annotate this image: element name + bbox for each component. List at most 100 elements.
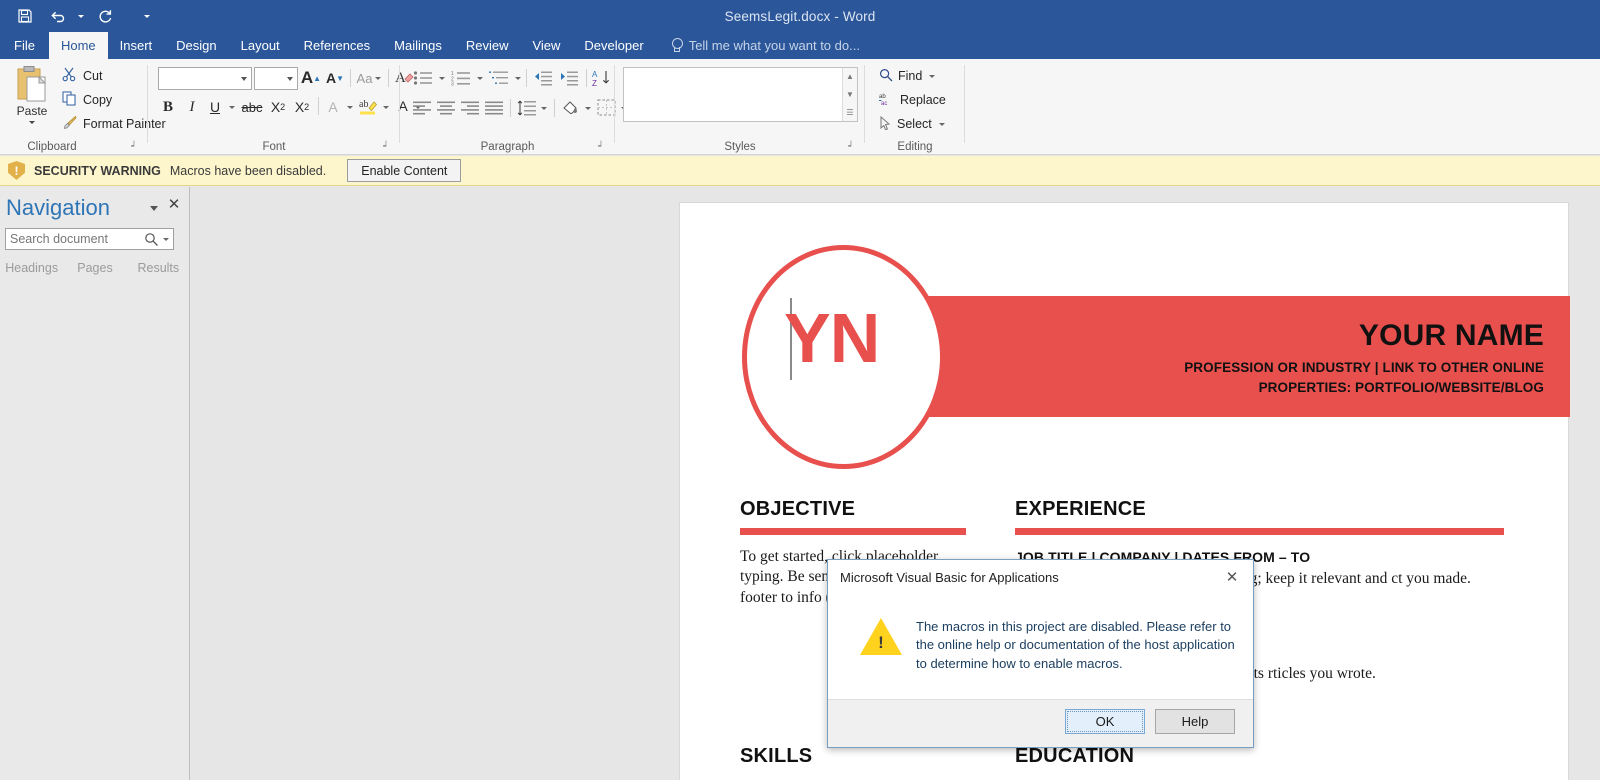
tell-me-box[interactable]: Tell me what you want to do...	[656, 32, 860, 59]
search-options-caret[interactable]	[163, 238, 169, 241]
strikethrough-button[interactable]: abc	[238, 95, 266, 119]
resume-name: YOUR NAME	[1359, 321, 1544, 351]
styles-gallery[interactable]: ▲ ▼ ☰	[623, 67, 858, 122]
font-size-combo[interactable]	[254, 67, 298, 90]
search-icon[interactable]	[144, 232, 159, 247]
multilevel-caret[interactable]	[512, 67, 524, 89]
bullets-caret[interactable]	[436, 67, 448, 89]
select-label: Select	[897, 117, 932, 131]
help-button[interactable]: Help	[1155, 709, 1235, 734]
navigation-tabs: Headings Pages Results	[0, 261, 190, 283]
align-center-icon[interactable]	[434, 97, 458, 119]
styles-gallery-scrollbar[interactable]: ▲ ▼ ☰	[842, 68, 857, 121]
copy-label: Copy	[83, 93, 112, 107]
underline-button[interactable]: U	[204, 95, 226, 119]
line-spacing-icon[interactable]	[514, 97, 538, 119]
tab-developer[interactable]: Developer	[572, 32, 655, 59]
paste-dropdown-caret[interactable]	[29, 121, 35, 124]
ok-button[interactable]: OK	[1065, 709, 1145, 734]
nav-tab-pages[interactable]: Pages	[63, 261, 126, 283]
svg-text:Z: Z	[592, 79, 597, 87]
tab-mailings[interactable]: Mailings	[382, 32, 454, 59]
shading-caret[interactable]	[582, 97, 594, 119]
styles-scroll-down[interactable]: ▼	[843, 86, 857, 104]
numbering-icon[interactable]: 123	[448, 67, 474, 89]
text-effects-button[interactable]: A	[322, 95, 344, 119]
strikethrough-label: abc	[242, 100, 263, 115]
superscript-button[interactable]: X2	[290, 95, 314, 119]
font-name-caret[interactable]	[236, 68, 251, 89]
styles-more[interactable]: ☰	[843, 103, 857, 121]
tab-home[interactable]: Home	[49, 32, 108, 59]
objective-heading: OBJECTIVE	[740, 498, 855, 521]
underline-dropdown-caret[interactable]	[226, 95, 238, 119]
search-input[interactable]: Search document	[5, 228, 174, 250]
copy-button[interactable]: Copy	[62, 89, 112, 111]
sort-icon[interactable]: AZ	[590, 66, 614, 89]
change-case-button[interactable]: Aa	[356, 67, 382, 89]
font-name-combo[interactable]	[158, 67, 252, 90]
shading-icon[interactable]	[558, 96, 582, 119]
align-left-icon[interactable]	[410, 97, 434, 119]
paste-button[interactable]: Paste	[6, 63, 58, 139]
select-caret[interactable]	[939, 123, 945, 126]
clipboard-dialog-launcher[interactable]: ┙	[128, 140, 140, 152]
shrink-font-button[interactable]: A▼	[324, 67, 346, 89]
nav-tab-headings[interactable]: Headings	[0, 261, 63, 283]
group-label-editing: Editing	[865, 141, 965, 153]
cut-button[interactable]: Cut	[62, 65, 102, 87]
tell-me-placeholder: Tell me what you want to do...	[689, 38, 860, 53]
close-icon[interactable]: ✕	[1211, 560, 1253, 594]
navigation-options-caret[interactable]	[147, 201, 161, 215]
replace-button[interactable]: abac Replace	[879, 89, 946, 111]
tab-layout[interactable]: Layout	[229, 32, 292, 59]
scissors-icon	[62, 67, 77, 85]
shield-warning-icon: !	[8, 161, 25, 180]
align-right-icon[interactable]	[458, 97, 482, 119]
resume-subtitle-line2: PROPERTIES: PORTFOLIO/WEBSITE/BLOG	[1184, 378, 1544, 398]
bullets-icon[interactable]	[410, 67, 436, 89]
cursor-icon	[879, 116, 892, 133]
education-heading: EDUCATION	[1015, 745, 1134, 768]
text-highlight-caret[interactable]	[380, 95, 392, 119]
tab-insert[interactable]: Insert	[108, 32, 165, 59]
bold-button[interactable]: B	[156, 95, 180, 119]
superscript-label: X	[295, 99, 304, 115]
font-size-caret[interactable]	[282, 68, 297, 89]
tab-view[interactable]: View	[520, 32, 572, 59]
increase-indent-icon[interactable]	[556, 67, 580, 89]
font-dialog-launcher[interactable]: ┙	[380, 140, 392, 152]
tab-review[interactable]: Review	[454, 32, 521, 59]
experience-rule	[1015, 528, 1504, 535]
security-warning-label: SECURITY WARNING	[34, 164, 161, 178]
italic-button[interactable]: I	[180, 95, 204, 119]
close-icon[interactable]: ✕	[166, 197, 182, 213]
justify-icon[interactable]	[482, 97, 506, 119]
text-effects-caret[interactable]	[344, 95, 356, 119]
svg-text:ac: ac	[881, 101, 887, 106]
tab-references[interactable]: References	[292, 32, 382, 59]
enable-content-button[interactable]: Enable Content	[347, 159, 461, 182]
security-warning-message: Macros have been disabled.	[170, 164, 326, 178]
styles-scroll-up[interactable]: ▲	[843, 68, 857, 86]
select-button[interactable]: Select	[879, 113, 945, 135]
nav-tab-results[interactable]: Results	[127, 261, 190, 283]
find-button[interactable]: Find	[879, 65, 935, 87]
experience-heading: EXPERIENCE	[1015, 498, 1146, 521]
tab-design[interactable]: Design	[164, 32, 228, 59]
grow-font-button[interactable]: A▲	[300, 67, 322, 89]
vba-dialog-title: Microsoft Visual Basic for Applications	[828, 570, 1059, 585]
title-bar: SeemsLegit.docx - Word	[0, 0, 1600, 32]
tab-file[interactable]: File	[0, 32, 49, 59]
subscript-button[interactable]: X2	[266, 95, 290, 119]
multilevel-list-icon[interactable]	[486, 67, 512, 89]
line-spacing-caret[interactable]	[538, 97, 550, 119]
paragraph-dialog-launcher[interactable]: ┙	[595, 140, 607, 152]
numbering-caret[interactable]	[474, 67, 486, 89]
styles-dialog-launcher[interactable]: ┙	[845, 140, 857, 152]
text-highlight-button[interactable]: ab	[356, 93, 380, 119]
group-label-font: Font	[148, 141, 400, 153]
find-caret[interactable]	[929, 75, 935, 78]
decrease-indent-icon[interactable]	[530, 67, 554, 89]
ribbon-tabs: File Home Insert Design Layout Reference…	[0, 32, 1600, 59]
